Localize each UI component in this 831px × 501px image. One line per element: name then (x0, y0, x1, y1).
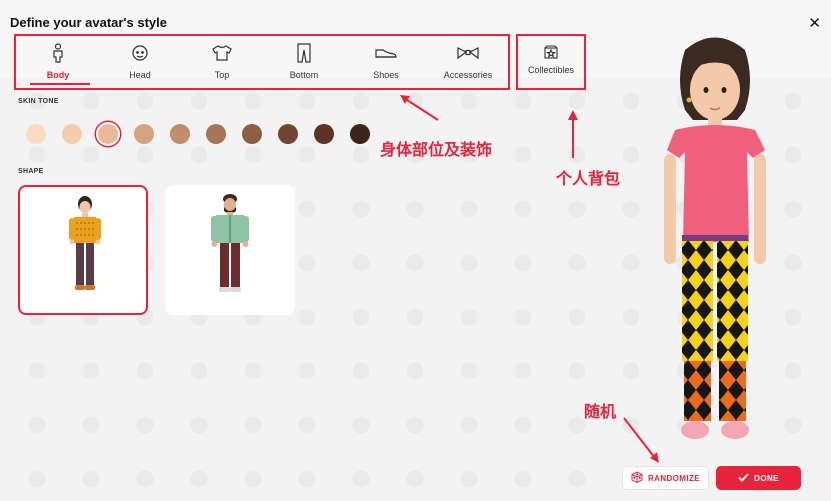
annotation-backpack: 个人背包 (556, 169, 621, 188)
done-label: DONE (754, 473, 779, 483)
annotation-body-parts: 身体部位及装饰 (380, 140, 493, 159)
checkmark-icon (738, 472, 749, 484)
done-button[interactable]: DONE (716, 466, 801, 490)
annotation-random: 随机 (584, 402, 617, 421)
randomize-label: RANDOMIZE (647, 473, 701, 483)
dice-icon (631, 471, 643, 485)
randomize-button[interactable]: RANDOMIZE (622, 466, 709, 490)
avatar-preview (664, 37, 766, 439)
